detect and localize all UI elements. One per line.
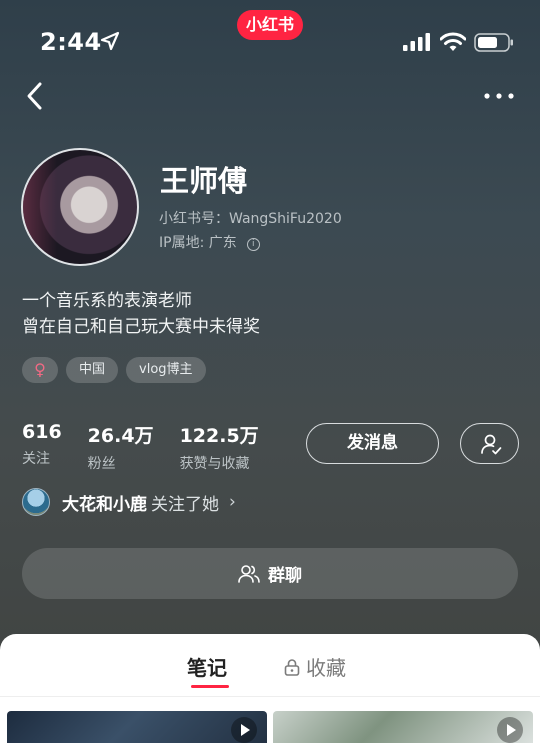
followed-status-button[interactable] [460,423,519,464]
tab-collections[interactable]: 收藏 [284,652,346,681]
mutual-name: 大花和小鹿 [62,494,147,515]
profile-tags: ♀ 中国 vlog博主 [22,357,206,383]
tab-collections-label: 收藏 [306,656,346,680]
red-id: 小红书号：WangShiFu2020 [159,211,342,227]
active-tab-indicator [191,685,229,688]
stat-label: 获赞与收藏 [179,456,250,472]
bio-line: 一个音乐系的表演老师 [22,291,192,311]
play-icon [231,717,257,743]
send-message-button[interactable]: 发消息 [306,423,439,464]
app-badge: 小红书 [237,10,303,40]
ip-location: IP属地: 广东 i [159,232,260,252]
chevron-right-icon: › [229,492,236,512]
note-card[interactable] [273,711,533,743]
stat-label: 粉丝 [87,456,116,472]
stat-following[interactable]: 616 关注 [22,421,62,473]
stat-value: 26.4万 [87,425,154,447]
more-dots-icon[interactable] [482,86,516,106]
info-icon[interactable]: i [246,238,260,251]
note-card[interactable] [7,711,267,743]
signal-icon [403,33,430,51]
stat-label: 关注 [22,451,50,467]
divider [0,696,540,697]
profile-bio: 一个音乐系的表演老师 曾在自己和自己玩大赛中未得奖 [22,288,260,340]
mutual-follow[interactable]: 大花和小鹿 关注了她 › [22,488,236,516]
mutual-avatar [22,488,50,516]
group-icon [238,564,260,583]
profile-avatar[interactable] [21,148,139,266]
stat-likes-collections[interactable]: 122.5万 获赞与收藏 [180,421,259,473]
lock-icon [284,658,300,676]
stat-value: 122.5万 [179,425,259,447]
content-sheet: 笔记 收藏 [0,634,540,743]
profile-name: 王师傅 [160,164,248,198]
status-time: 2:44 [40,28,102,56]
user-check-icon [481,434,502,455]
ip-location-text: IP属地: 广东 [159,235,237,251]
play-icon [497,717,523,743]
tag-location[interactable]: 中国 [66,357,119,383]
profile-stats: 616 关注 26.4万 粉丝 122.5万 获赞与收藏 [22,421,285,473]
gender-female-icon: ♀ [22,357,58,383]
group-chat-label: 群聊 [268,566,302,586]
tag-category[interactable]: vlog博主 [126,357,206,383]
location-arrow-icon [100,31,120,51]
stat-followers[interactable]: 26.4万 粉丝 [88,421,154,473]
group-chat-button[interactable]: 群聊 [22,548,518,599]
stat-value: 616 [22,421,62,443]
tab-notes[interactable]: 笔记 [187,652,227,681]
bio-line: 曾在自己和自己玩大赛中未得奖 [22,317,260,337]
mutual-text: 关注了她 [151,494,219,515]
back-chevron-icon[interactable] [22,80,50,112]
status-bar: 2:44 小红书 [0,0,540,70]
wifi-icon [440,32,466,51]
battery-icon [474,33,513,52]
